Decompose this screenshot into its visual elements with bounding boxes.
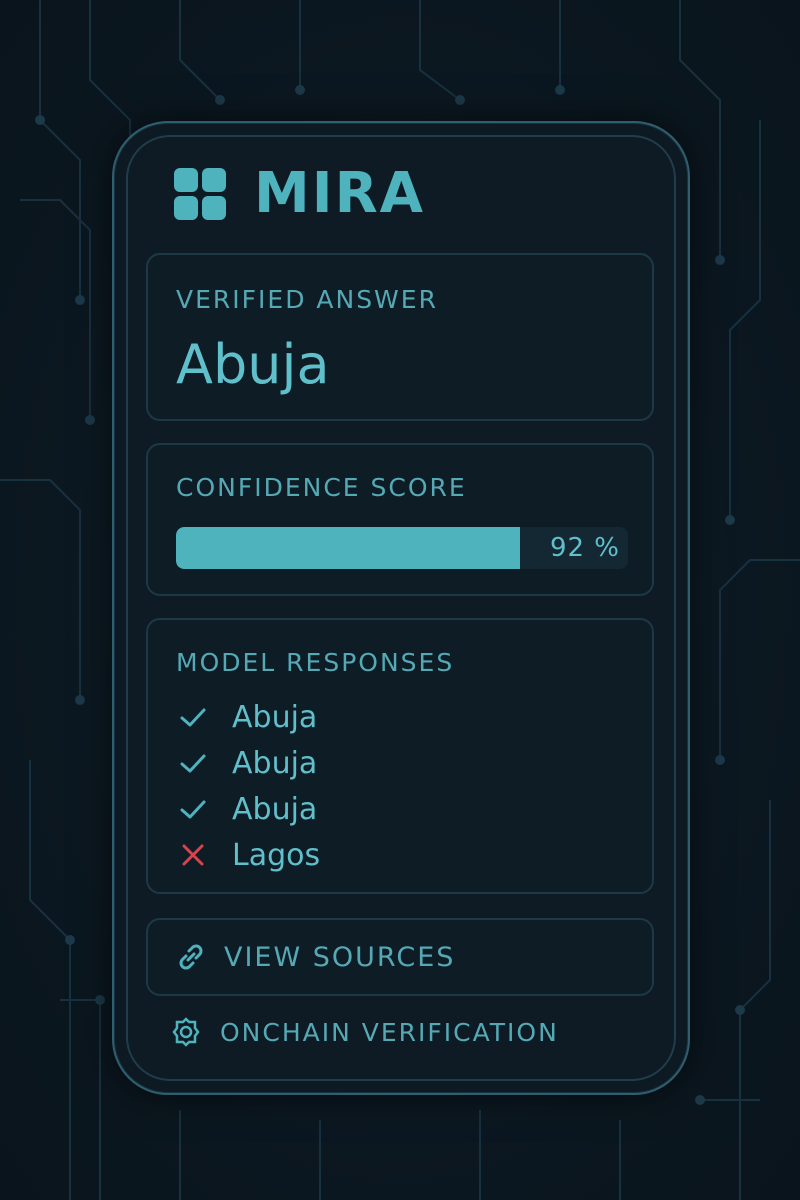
response-text: Abuja: [232, 791, 318, 827]
response-text: Abuja: [232, 699, 318, 735]
list-item: Abuja: [178, 694, 320, 740]
confidence-bar: 92 %: [176, 527, 628, 569]
model-responses-card: MODEL RESPONSES Abuja Abuja Abuja Lagos: [146, 618, 654, 894]
verified-answer-value: Abuja: [176, 333, 330, 396]
view-sources-content: VIEW SOURCES: [174, 940, 455, 974]
view-sources-label: VIEW SOURCES: [224, 941, 456, 973]
x-icon: [182, 844, 204, 866]
link-icon: [179, 944, 203, 970]
response-text: Abuja: [232, 745, 318, 781]
onchain-verification-link[interactable]: ONCHAIN VERIFICATION: [170, 1016, 559, 1048]
list-item: Lagos: [178, 832, 320, 878]
confidence-bar-fill: [176, 527, 520, 569]
confidence-card: CONFIDENCE SCORE 92 %: [146, 443, 654, 596]
verified-answer-label: VERIFIED ANSWER: [176, 285, 438, 314]
list-item: Abuja: [178, 786, 320, 832]
view-sources-button[interactable]: VIEW SOURCES: [146, 918, 654, 996]
response-text: Lagos: [232, 837, 321, 873]
check-icon: [180, 754, 206, 773]
brand-header: MIRA: [174, 166, 425, 222]
check-icon: [180, 800, 206, 819]
confidence-label: CONFIDENCE SCORE: [176, 473, 467, 502]
list-item: Abuja: [178, 740, 320, 786]
grid-logo-icon: [174, 168, 226, 220]
model-responses-list: Abuja Abuja Abuja Lagos: [178, 694, 320, 878]
chain-verify-icon: [172, 1017, 200, 1047]
brand-name: MIRA: [254, 161, 426, 226]
verified-answer-card: VERIFIED ANSWER Abuja: [146, 253, 654, 421]
check-icon: [180, 708, 206, 727]
onchain-verification-label: ONCHAIN VERIFICATION: [220, 1017, 559, 1047]
model-responses-label: MODEL RESPONSES: [176, 648, 455, 677]
confidence-value: 92 %: [549, 533, 620, 563]
